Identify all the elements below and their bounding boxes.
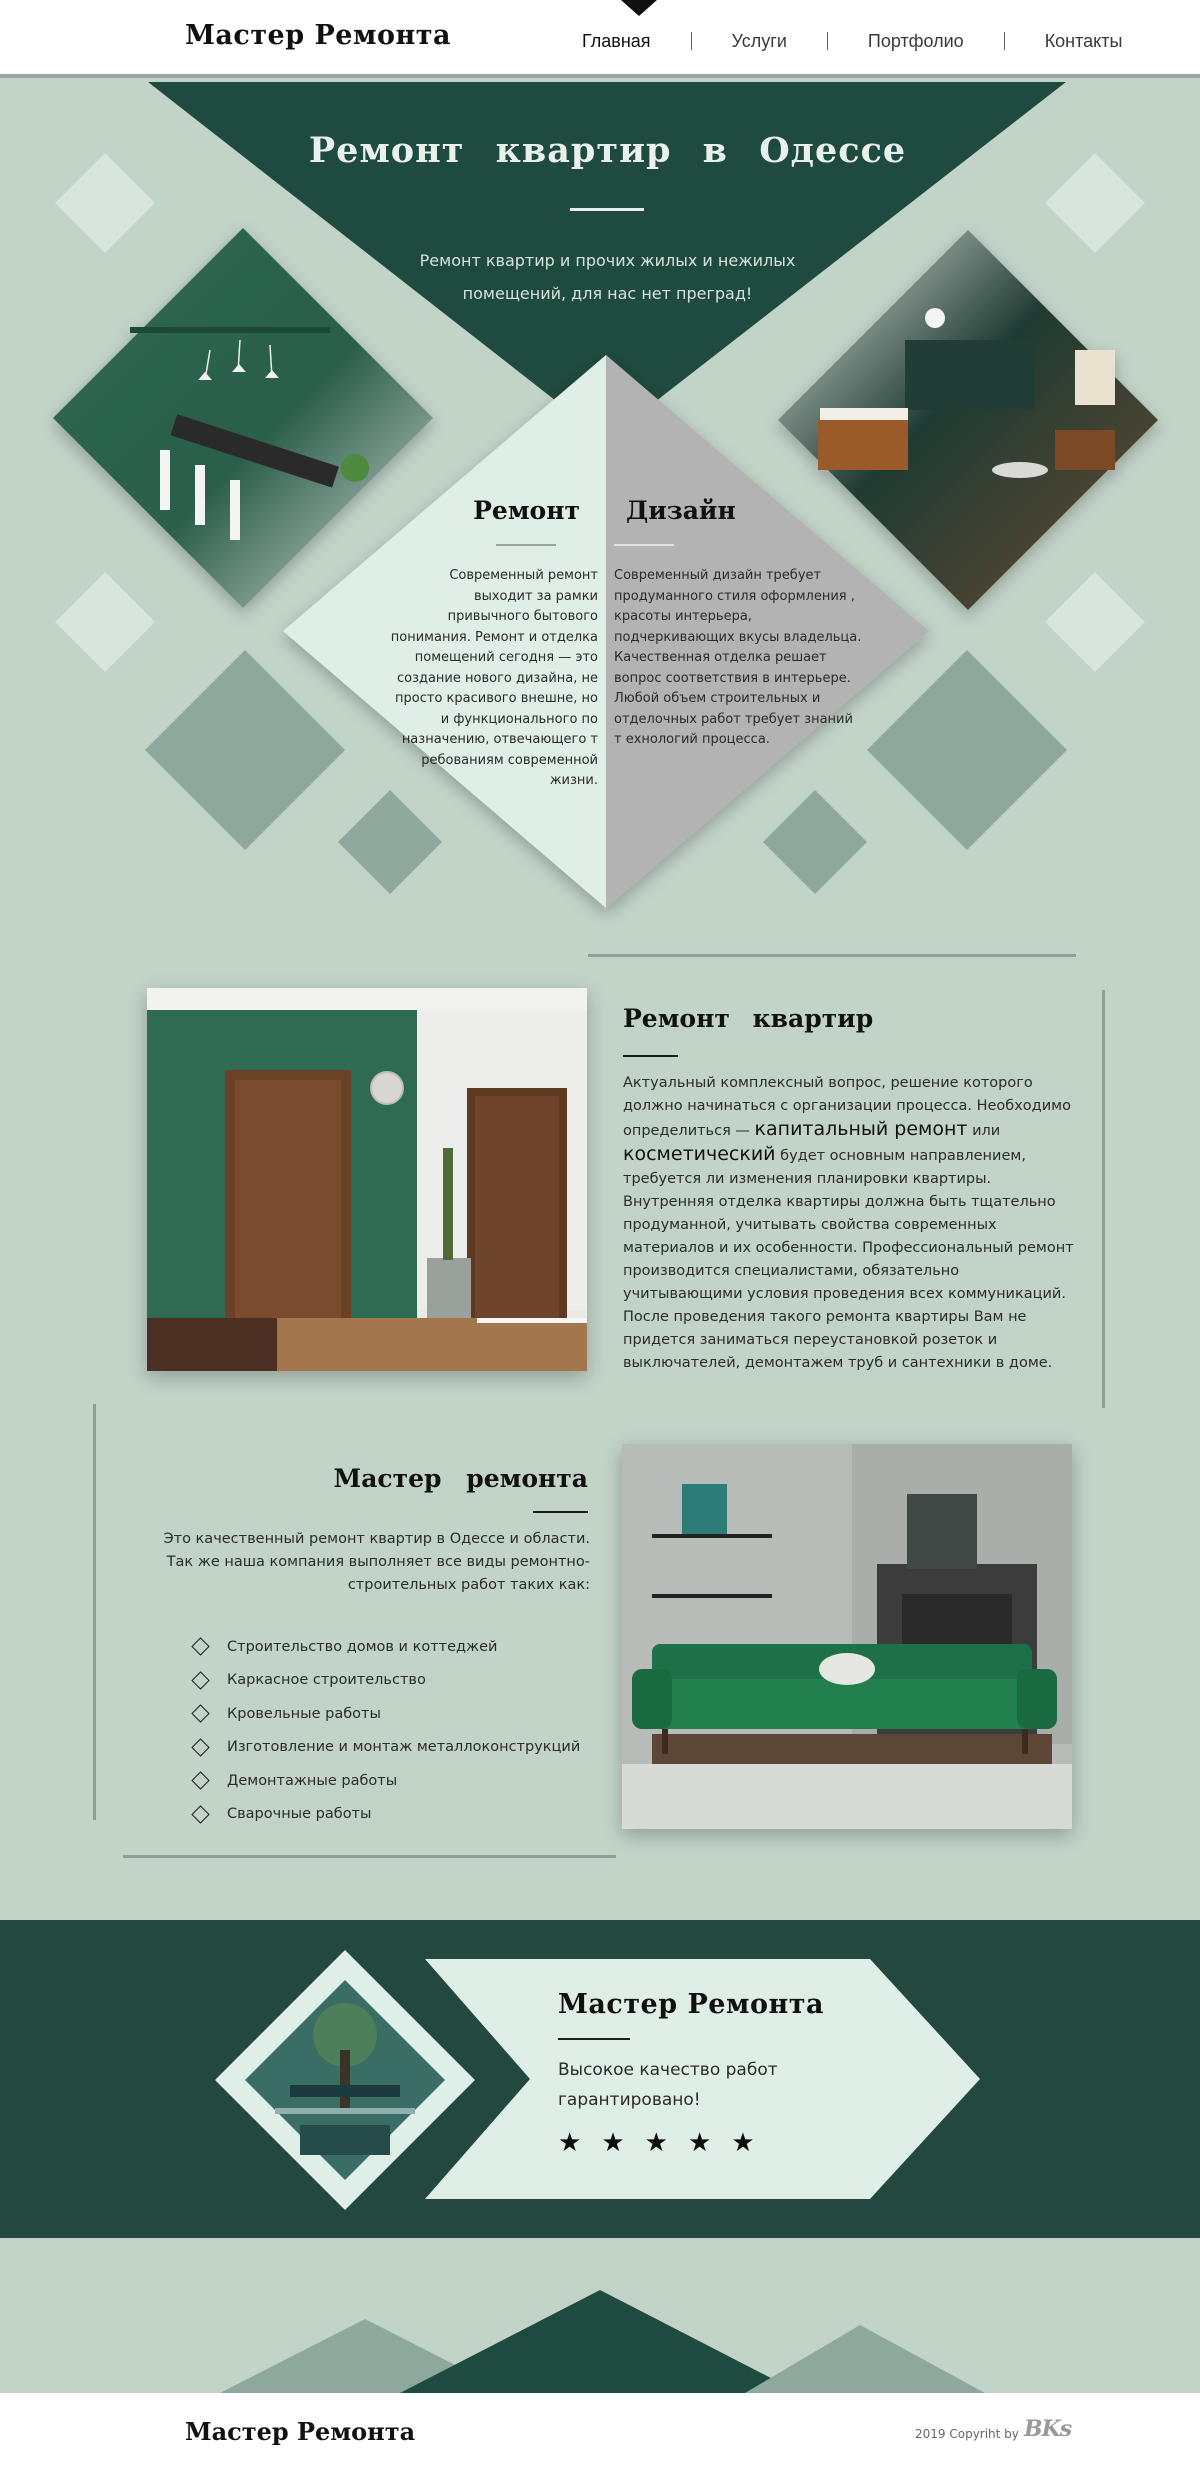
list-item: Демонтажные работы	[190, 1764, 610, 1798]
emphasis-capital: капитальный ремонт	[754, 1118, 968, 1140]
nav-item-contacts[interactable]: Контакты	[1045, 31, 1123, 52]
deco-triangle	[745, 2325, 985, 2393]
section-rule	[1102, 990, 1105, 1408]
hero-title: Ремонт квартир в Одессе	[308, 130, 907, 171]
about-title: Ремонт квартир	[623, 1004, 874, 1033]
photo-green-office	[53, 228, 433, 608]
star-icon: ★	[558, 2128, 582, 2158]
diamond-bullet-icon	[191, 1805, 210, 1824]
diamond-bullet-icon	[191, 1671, 210, 1690]
list-item: Кровельные работы	[190, 1697, 610, 1731]
star-icon: ★	[731, 2128, 755, 2158]
photo-green-sofa	[622, 1444, 1072, 1829]
photo-interior-doors	[147, 988, 587, 1371]
copyright-text: 2019 Copyriht by	[915, 2427, 1019, 2441]
nav-item-portfolio[interactable]: Портфолио	[868, 31, 964, 52]
services-list: Строительство домов и коттеджей Каркасно…	[190, 1630, 610, 1831]
design-column-text: Современный дизайн требует продуманного …	[614, 568, 862, 747]
design-divider	[614, 544, 674, 546]
site-footer	[0, 2393, 1200, 2469]
deco-triangle	[400, 2290, 800, 2393]
list-item: Строительство домов и коттеджей	[190, 1630, 610, 1664]
repair-column-text: Современный ремонт выходит за рамки прив…	[390, 568, 598, 788]
footer-graphic	[220, 2290, 985, 2393]
repair-divider	[496, 544, 556, 546]
section-rule	[93, 1404, 96, 1820]
banner-title: Мастер Ремонта	[558, 1989, 824, 2020]
master-title: Мастер ремонта	[333, 1464, 588, 1493]
deco-diamond	[1045, 572, 1145, 672]
about-text: Актуальный комплексный вопрос, решение к…	[623, 1075, 1074, 1371]
deco-diamond	[338, 790, 442, 894]
active-nav-indicator-icon	[621, 0, 657, 16]
diamond-bullet-icon	[191, 1738, 210, 1757]
nav-item-home[interactable]: Главная	[582, 31, 651, 52]
main-nav: Главная Услуги Портфолио Контакты	[582, 28, 1122, 54]
list-item: Сварочные работы	[190, 1798, 610, 1832]
section-rule	[123, 1855, 616, 1858]
nav-separator	[690, 32, 692, 50]
author-logo[interactable]: BKs	[1024, 2416, 1072, 2442]
photo-patio-tree	[245, 1980, 445, 2180]
deco-diamond	[867, 650, 1067, 850]
site-logo[interactable]: Мастер Ремонта	[185, 20, 451, 51]
banner-text: Высокое качество работ гарантировано!	[558, 2060, 778, 2110]
emphasis-cosmetic: косметический	[623, 1143, 776, 1165]
design-column-title: Дизайн	[626, 496, 736, 525]
footer-logo[interactable]: Мастер Ремонта	[185, 2417, 415, 2446]
deco-diamond	[145, 650, 345, 850]
deco-diamond	[55, 572, 155, 672]
about-title-divider	[623, 1055, 678, 1057]
star-icon: ★	[601, 2128, 625, 2158]
hero-divider	[570, 208, 644, 211]
nav-separator	[826, 32, 828, 50]
star-icon: ★	[644, 2128, 668, 2158]
list-item: Изготовление и монтаж металлоконструкций	[190, 1731, 610, 1765]
master-title-divider	[533, 1511, 588, 1513]
banner-title-divider	[558, 2038, 630, 2040]
rating-stars: ★ ★ ★ ★ ★	[558, 2130, 755, 2156]
hero-subtitle: Ремонт квартир и прочих жилых и нежилых …	[419, 251, 796, 303]
hero-graphic	[53, 82, 1158, 908]
master-text: Это качественный ремонт квартир в Одессе…	[163, 1531, 591, 1593]
list-item: Каркасное строительство	[190, 1664, 610, 1698]
nav-separator	[1003, 32, 1005, 50]
nav-item-services[interactable]: Услуги	[732, 31, 787, 52]
diamond-bullet-icon	[191, 1637, 210, 1656]
diamond-bullet-icon	[191, 1771, 210, 1790]
deco-diamond	[763, 790, 867, 894]
star-icon: ★	[687, 2128, 712, 2158]
section-rule	[588, 954, 1076, 957]
diamond-bullet-icon	[191, 1704, 210, 1723]
repair-column-title: Ремонт	[473, 496, 580, 525]
